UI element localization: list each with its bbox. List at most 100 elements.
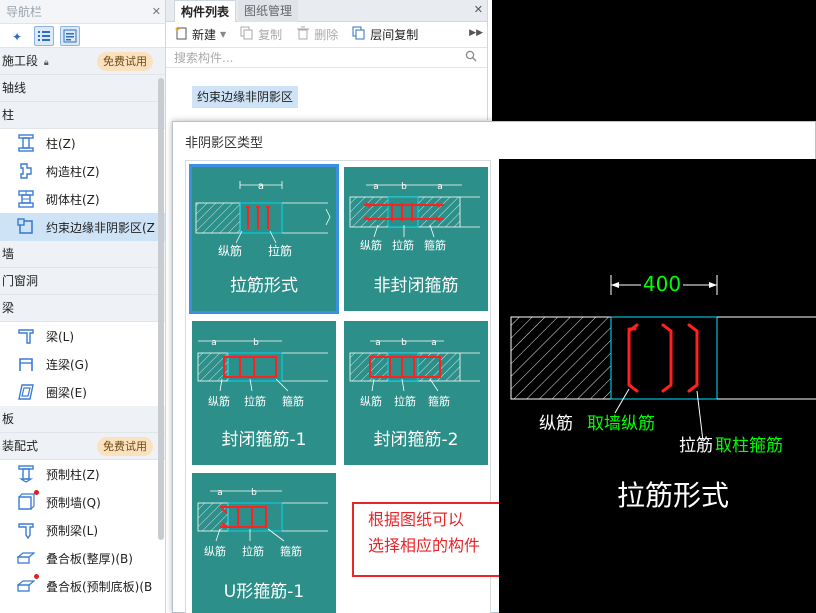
svg-text:✦: ✦ <box>12 30 22 43</box>
type-card-tie-form[interactable]: a 纵筋 拉筋 拉筋形式 <box>189 164 339 314</box>
nav-item-prefab-wall[interactable]: 预制墙(Q) <box>0 488 165 516</box>
beam-icon <box>16 326 36 346</box>
preview-tie-note: 取柱箍筋 <box>715 436 783 456</box>
annotation-note: 根据图纸可以 选择相应的构件 <box>352 502 518 577</box>
nav-item-ring-beam[interactable]: 圈梁(E) <box>0 378 165 406</box>
masonry-column-icon <box>16 189 36 209</box>
category-column-label: 柱 <box>2 108 15 122</box>
nav-item-beam-label: 梁(L) <box>46 329 75 344</box>
pin-icon[interactable]: ✦ <box>8 26 28 46</box>
tie-label: 拉筋 <box>268 243 292 258</box>
nav-scrollbar[interactable] <box>158 78 164 540</box>
nav-item-boundary-nonshadow[interactable]: 约束边缘非阴影区(Z <box>0 213 165 241</box>
floor-copy-icon <box>352 26 366 43</box>
new-indicator-dot <box>34 490 39 495</box>
component-search-input[interactable]: 搜索构件... <box>166 48 487 68</box>
panel-close-icon[interactable]: ✕ <box>474 3 483 16</box>
nav-item-masonry-column[interactable]: 砌体柱(Z) <box>0 185 165 213</box>
preview-dimension: 400 <box>643 272 681 296</box>
category-axis[interactable]: 轴线 <box>0 75 165 102</box>
boundary-zone-icon <box>16 217 36 237</box>
type-card-closed-stirrup-2[interactable]: a b a 纵筋 拉筋 箍筋 封闭箍筋-2 <box>344 321 488 465</box>
selected-component-item[interactable]: 约束边缘非阴影区 <box>192 86 299 108</box>
nav-item-masonry-column-label: 砌体柱(Z) <box>46 192 100 207</box>
nav-item-prefab-column-label: 预制柱(Z) <box>46 467 100 482</box>
drawing-canvas[interactable] <box>492 0 816 125</box>
category-stage-label: 施工段 <box>2 54 39 68</box>
floor-copy-button-label: 层间复制 <box>370 28 419 42</box>
nav-item-composite-slab-full[interactable]: 叠合板(整厚)(B) <box>0 544 165 572</box>
nav-item-beam[interactable]: 梁(L) <box>0 322 165 350</box>
category-beam[interactable]: 梁 <box>0 295 165 322</box>
structural-column-icon <box>16 161 36 181</box>
free-trial-badge[interactable]: 免费试用 <box>97 52 153 71</box>
prefab-beam-icon <box>16 520 36 540</box>
nav-item-prefab-column[interactable]: 预制柱(Z) <box>0 460 165 488</box>
category-column[interactable]: 柱 <box>0 102 165 129</box>
nav-item-prefab-wall-label: 预制墙(Q) <box>46 495 101 510</box>
category-door-window-label: 门窗洞 <box>2 274 39 288</box>
new-button-label: 新建 <box>192 28 217 42</box>
nav-item-column-label: 柱(Z) <box>46 136 76 151</box>
delete-button[interactable]: 删除 <box>296 26 338 43</box>
nav-item-structural-column[interactable]: 构造柱(Z) <box>0 157 165 185</box>
category-beam-label: 梁 <box>2 301 15 315</box>
stirrup-label: 箍筋 <box>282 394 304 408</box>
ring-beam-icon <box>16 382 36 402</box>
stirrup-label: 箍筋 <box>424 238 446 252</box>
nav-item-composite-slab-precast[interactable]: 叠合板(预制底板)(B <box>0 572 165 600</box>
new-button[interactable]: ✦ 新建 ▼ <box>174 25 226 43</box>
stirrup-label: 箍筋 <box>280 544 302 558</box>
long-rebar-label: 纵筋 <box>204 544 226 558</box>
dim-a2-label: a <box>431 338 437 348</box>
floor-copy-button[interactable]: 层间复制 <box>352 26 418 43</box>
category-wall[interactable]: 墙 <box>0 241 165 268</box>
component-list-panel: 构件列表 图纸管理 ✕ ✦ 新建 ▼ 复制 删除 层间复制 ▶▶ 搜索构件...… <box>166 0 488 120</box>
category-prefab[interactable]: 装配式 免费试用 <box>0 433 165 460</box>
dialog-title: 非阴影区类型 <box>185 136 264 151</box>
nav-item-coupling-beam[interactable]: 连梁(G) <box>0 350 165 378</box>
category-stage[interactable]: 施工段 🔒︎ 免费试用 <box>0 48 165 75</box>
long-rebar-label: 纵筋 <box>208 394 230 408</box>
nav-title: 导航栏 <box>6 5 43 19</box>
type-preview: 400 纵筋 取墙纵筋 拉筋 取柱箍筋 拉筋形式 <box>499 159 816 613</box>
precast-slab-icon <box>16 574 39 596</box>
preview-tie-label: 拉筋 <box>679 436 713 456</box>
category-slab[interactable]: 板 <box>0 406 165 433</box>
dim-b-label: b <box>401 182 407 192</box>
navigation-panel: 导航栏 ✕ ✦ 施工段 🔒︎ 免费试用 轴线 柱 柱(Z) 构造柱(Z) 砌体柱… <box>0 0 166 613</box>
copy-button[interactable]: 复制 <box>240 26 282 43</box>
category-wall-label: 墙 <box>2 247 15 261</box>
app-window: 导航栏 ✕ ✦ 施工段 🔒︎ 免费试用 轴线 柱 柱(Z) 构造柱(Z) 砌体柱… <box>0 0 816 613</box>
dim-b-label: b <box>251 488 257 498</box>
free-trial-badge-prefab[interactable]: 免费试用 <box>97 437 153 456</box>
nonshadow-type-dialog: 非阴影区类型 a 纵筋 拉筋 拉筋形式 a b a 纵筋 拉筋 箍筋 非封闭箍筋… <box>172 121 816 613</box>
detail-view-icon[interactable] <box>60 25 80 46</box>
dim-a-label: a <box>258 181 264 192</box>
nav-item-ring-beam-label: 圈梁(E) <box>46 385 87 400</box>
category-door-window[interactable]: 门窗洞 <box>0 268 165 295</box>
category-slab-label: 板 <box>2 412 15 426</box>
type-card-u-stirrup-1[interactable]: a b 纵筋 拉筋 箍筋 U形箍筋-1 <box>192 473 336 613</box>
tab-drawing-management[interactable]: 图纸管理 <box>238 0 299 22</box>
panel-tabs: 构件列表 图纸管理 ✕ <box>166 0 487 22</box>
tab-component-list[interactable]: 构件列表 <box>174 0 237 22</box>
list-view-icon[interactable] <box>34 25 54 46</box>
more-tools-icon[interactable]: ▶▶ <box>469 28 483 38</box>
long-rebar-label: 纵筋 <box>360 394 382 408</box>
nav-close-icon[interactable]: ✕ <box>152 0 161 24</box>
type-card-open-stirrup[interactable]: a b a 纵筋 拉筋 箍筋 非封闭箍筋 <box>344 167 488 311</box>
nav-item-prefab-beam[interactable]: 预制梁(L) <box>0 516 165 544</box>
annotation-line-1: 根据图纸可以 <box>368 510 465 529</box>
preview-long-rebar-note: 取墙纵筋 <box>587 414 655 434</box>
new-file-icon: ✦ <box>174 25 188 43</box>
long-rebar-label: 纵筋 <box>360 238 382 252</box>
panel-toolbar: ✦ 新建 ▼ 复制 删除 层间复制 ▶▶ <box>166 22 487 48</box>
card-title: 封闭箍筋-2 <box>373 430 459 450</box>
nav-item-prefab-beam-label: 预制梁(L) <box>46 523 99 538</box>
tie-label: 拉筋 <box>392 238 414 252</box>
type-card-closed-stirrup-1[interactable]: a b 纵筋 拉筋 箍筋 封闭箍筋-1 <box>192 321 336 465</box>
nav-item-column[interactable]: 柱(Z) <box>0 129 165 157</box>
annotation-line-2: 选择相应的构件 <box>368 536 481 555</box>
search-icon[interactable] <box>465 50 477 65</box>
